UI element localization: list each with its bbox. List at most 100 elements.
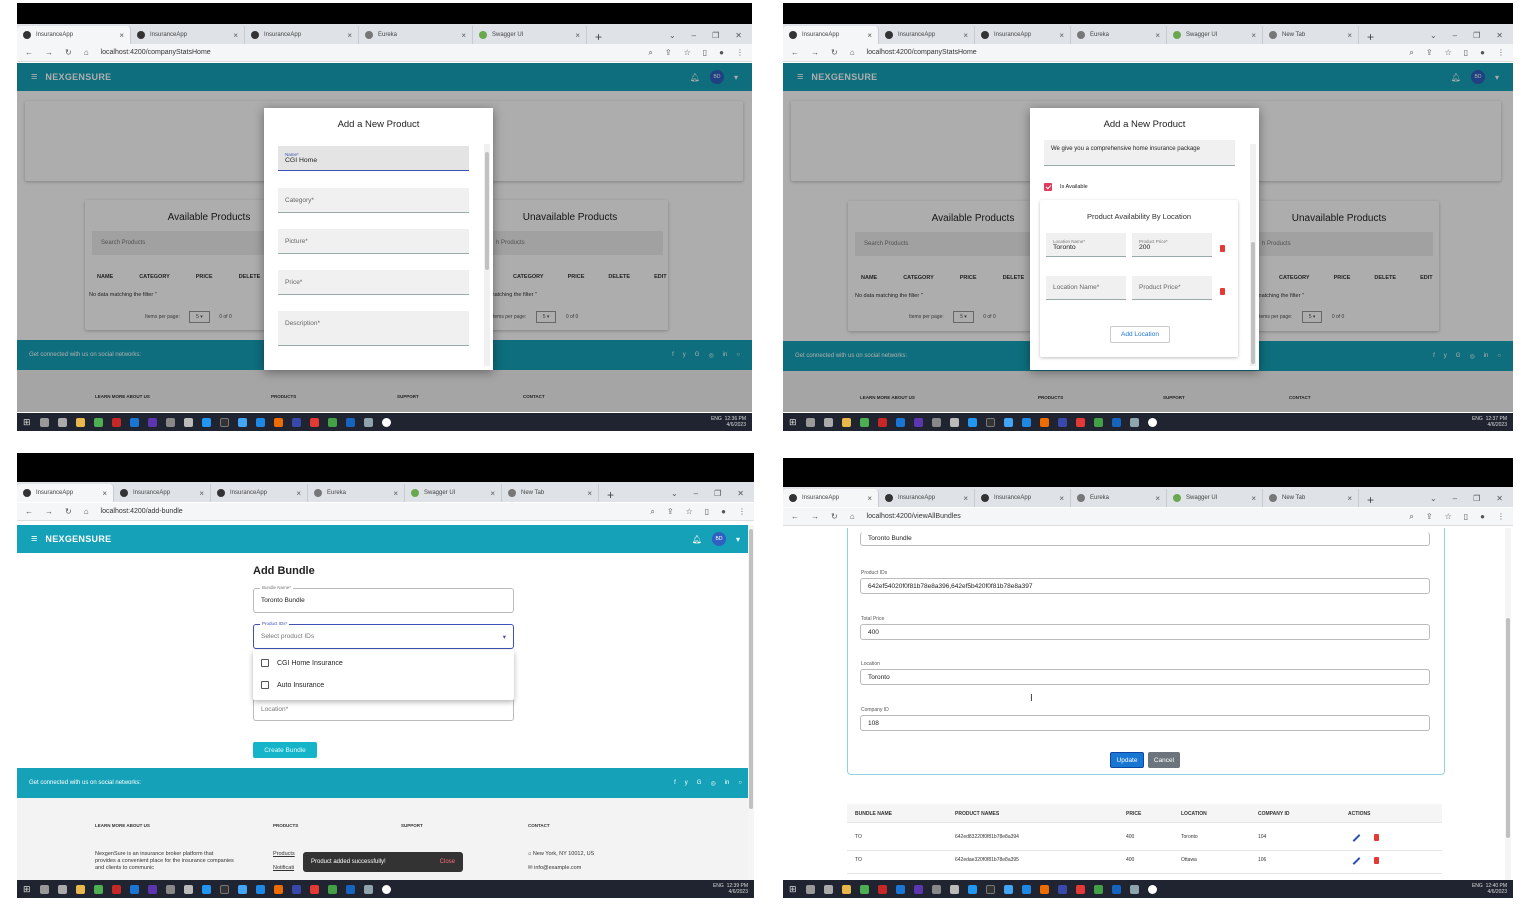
description-field[interactable]: Description* [278,311,469,346]
more-icon[interactable]: ⋮ [1497,48,1505,58]
chrome-icon[interactable] [327,417,337,427]
facebook-icon[interactable]: f [674,780,676,787]
github-icon[interactable]: ○ [738,780,742,787]
app-icon[interactable] [931,417,941,427]
close-icon[interactable]: × [233,31,238,40]
close-icon[interactable]: × [490,489,495,498]
close-icon[interactable]: × [867,494,872,503]
scrollbar-thumb[interactable] [1506,618,1510,838]
edit-icon[interactable] [1352,834,1361,842]
app-icon[interactable] [1003,417,1013,427]
star-icon[interactable]: ☆ [1445,512,1452,522]
browser-tab[interactable]: InsuranceApp × [879,26,975,44]
vscode-icon[interactable] [201,417,211,427]
close-icon[interactable]: × [867,31,872,40]
minimize-icon[interactable]: – [1453,31,1457,40]
close-icon[interactable]: × [587,489,592,498]
browser-tab[interactable]: New Tab × [1263,26,1359,44]
new-tab-button[interactable]: + [1359,30,1382,44]
minimize-icon[interactable]: – [694,489,698,498]
app-icon[interactable] [931,884,941,894]
app-icon[interactable] [1021,884,1031,894]
app-icon[interactable] [111,884,121,894]
postman-icon[interactable] [273,417,283,427]
sidebar-icon[interactable]: ▯ [1464,512,1468,522]
browser-tab[interactable]: InsuranceApp × [211,484,308,502]
browser-tab[interactable]: InsuranceApp × [783,26,879,44]
browser-tab[interactable]: InsuranceApp × [131,26,245,44]
file-explorer-icon[interactable] [75,884,85,894]
option-auto-insurance[interactable]: Auto Insurance [261,681,324,689]
browser-tab[interactable]: New Tab × [502,484,599,502]
app-icon[interactable] [165,417,175,427]
product-ids-select[interactable]: Product IDs* Select product IDs ▾ [253,621,514,649]
edit-icon[interactable] [1352,857,1361,865]
home-icon[interactable]: ⌂ [850,48,855,57]
close-icon[interactable]: × [1059,31,1064,40]
chevron-down-icon[interactable]: ⌄ [671,489,678,498]
profile-icon[interactable]: ● [1480,512,1485,522]
app-icon[interactable] [309,884,319,894]
checkbox-icon[interactable] [261,659,269,667]
scrollbar-thumb[interactable] [485,152,489,270]
browser-tab[interactable]: InsuranceApp × [114,484,211,502]
browser-tab[interactable]: InsuranceApp × [17,484,114,502]
update-button[interactable]: Update [1110,752,1144,768]
task-view-icon[interactable] [823,417,833,427]
checkbox-checked-icon[interactable] [1044,183,1052,191]
close-icon[interactable]: ✕ [735,31,742,40]
search-icon[interactable]: ⌕ [648,48,652,58]
vscode-icon[interactable] [967,884,977,894]
chrome-icon[interactable] [859,884,869,894]
back-icon[interactable]: ← [25,48,33,57]
app-icon[interactable] [255,884,265,894]
menu-icon[interactable]: ≡ [31,533,37,545]
settings-icon[interactable] [949,884,959,894]
profile-icon[interactable]: ● [1480,48,1485,58]
search-icon[interactable]: ⌕ [1409,512,1413,522]
app-icon[interactable] [309,417,319,427]
reload-icon[interactable]: ↻ [65,48,72,57]
browser-tab[interactable]: InsuranceApp × [245,26,359,44]
browser-tab[interactable]: Swagger UI × [1167,489,1263,507]
app-icon[interactable] [363,884,373,894]
app-icon[interactable] [291,884,301,894]
app-icon[interactable] [1075,417,1085,427]
back-icon[interactable]: ← [25,507,33,516]
close-icon[interactable]: × [1155,31,1160,40]
terminal-icon[interactable] [985,884,995,894]
total-price-field[interactable]: 400 [860,624,1430,640]
brand-name[interactable]: NEXGENSURE [45,534,111,544]
close-icon[interactable]: × [1059,494,1064,503]
restore-icon[interactable]: ❐ [1473,494,1480,503]
browser-tab[interactable]: Eureka × [1071,489,1167,507]
scrollbar-thumb[interactable] [749,529,753,809]
minimize-icon[interactable]: – [1453,494,1457,503]
close-icon[interactable]: × [1347,494,1352,503]
sidebar-icon[interactable]: ▯ [705,507,709,517]
company-id-field[interactable]: 108 [860,715,1430,731]
back-icon[interactable]: ← [791,48,799,57]
url-field[interactable]: localhost:4200/companyStatsHome [867,49,977,56]
app-icon[interactable] [381,884,391,894]
close-icon[interactable]: × [963,31,968,40]
location-field[interactable]: Location* [253,698,514,721]
location-name-field[interactable]: Location Name* Toronto [1046,233,1126,257]
settings-icon[interactable] [949,417,959,427]
search-icon[interactable] [39,417,49,427]
products-link[interactable]: Products [273,851,295,857]
app-icon[interactable] [1021,417,1031,427]
close-icon[interactable]: × [575,31,580,40]
app-icon[interactable] [895,417,905,427]
app-icon[interactable] [1111,417,1121,427]
snackbar-close-button[interactable]: Close [440,859,455,865]
close-icon[interactable]: × [393,489,398,498]
more-icon[interactable]: ⋮ [738,507,746,517]
close-icon[interactable]: × [102,489,107,498]
app-icon[interactable] [237,417,247,427]
share-icon[interactable]: ⇪ [667,507,674,517]
windows-start-icon[interactable]: ⊞ [789,417,797,428]
settings-icon[interactable] [183,417,193,427]
option-cgi-home[interactable]: CGI Home Insurance [261,659,343,667]
forward-icon[interactable]: → [45,507,53,516]
